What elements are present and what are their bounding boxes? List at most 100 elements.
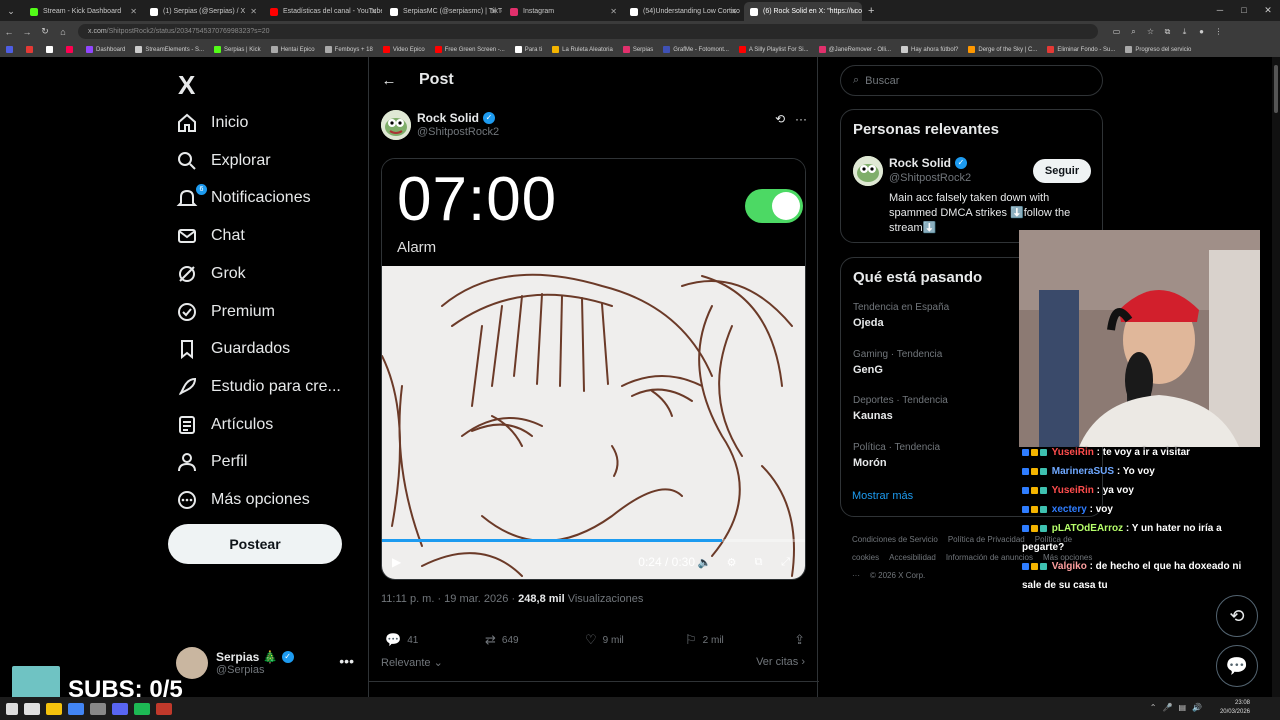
obs-icon[interactable] bbox=[156, 702, 172, 715]
follow-button[interactable]: Seguir bbox=[1033, 159, 1091, 183]
nav-item-guardados[interactable]: Guardados bbox=[176, 331, 290, 367]
video-progress-bar[interactable] bbox=[382, 539, 805, 542]
clock[interactable]: 23:08 20/03/2026 bbox=[1220, 699, 1250, 717]
tab-close-icon[interactable]: ✕ bbox=[850, 7, 857, 16]
bookmark-item[interactable]: Serpias | Kick bbox=[214, 46, 261, 53]
like-button[interactable]: ♡ 9 mil bbox=[585, 632, 685, 648]
browser-tab[interactable]: Stream - Kick Dashboard ✕ bbox=[24, 2, 142, 21]
footer-link[interactable]: Condiciones de Servicio bbox=[852, 535, 938, 544]
tab-close-icon[interactable]: ✕ bbox=[610, 7, 617, 16]
nav-item-chat[interactable]: Chat bbox=[176, 218, 245, 254]
bookmark-item[interactable]: Free Green Screen -... bbox=[434, 46, 505, 53]
discord-icon[interactable] bbox=[112, 702, 128, 715]
tab-close-icon[interactable]: ✕ bbox=[370, 7, 377, 16]
pip-icon[interactable]: ⧉ bbox=[745, 556, 772, 569]
bookmark-item[interactable]: Progreso del servicio bbox=[1125, 46, 1191, 53]
start-icon[interactable] bbox=[6, 702, 18, 715]
tab-close-icon[interactable]: ✕ bbox=[490, 7, 497, 16]
bookmark-item[interactable]: Video Epico bbox=[382, 46, 425, 53]
extensions-icon[interactable]: ⧉ bbox=[1159, 27, 1176, 37]
bookmark-star-icon[interactable]: ☆ bbox=[1142, 27, 1159, 37]
author-handle[interactable]: @ShitpostRock2 bbox=[417, 126, 499, 138]
footer-link[interactable]: Información de anuncios bbox=[946, 553, 1033, 562]
video-player[interactable]: 07:00 Alarm ▶ 0:24 / 0:30 🔈 ⚙ ⧉ ⤢ bbox=[381, 158, 806, 580]
chevron-up-icon[interactable]: ⌃ bbox=[1150, 703, 1157, 712]
nav-item-inicio[interactable]: Inicio bbox=[176, 105, 248, 141]
volume-icon[interactable]: 🔈 bbox=[691, 556, 718, 569]
reload-icon[interactable]: ↻ bbox=[36, 26, 54, 37]
x-logo-icon[interactable]: X bbox=[178, 70, 195, 101]
browser-tab[interactable]: Instagram ✕ bbox=[504, 2, 622, 21]
author-name[interactable]: Rock Solid bbox=[417, 111, 479, 125]
nav-item-premium[interactable]: Premium bbox=[176, 294, 275, 330]
volume-icon[interactable]: 🔊 bbox=[1192, 703, 1202, 712]
cast-icon[interactable]: ▭ bbox=[1108, 27, 1125, 37]
bookmark-item[interactable]: GrafMe - Fotomont... bbox=[663, 46, 729, 53]
bookmark-item[interactable]: Para ti bbox=[514, 46, 542, 53]
author-avatar[interactable] bbox=[381, 110, 411, 140]
play-icon[interactable]: ▶ bbox=[392, 555, 401, 569]
url-field[interactable]: x.com/ShitpostRock2/status/2034754537076… bbox=[78, 24, 1098, 39]
chat-fab-icon[interactable]: 💬 bbox=[1216, 645, 1258, 687]
browser-tab[interactable]: (1) Serpias (@Serpias) / X ✕ bbox=[144, 2, 262, 21]
grok-fab-icon[interactable]: ⟲ bbox=[1216, 595, 1258, 637]
tab-close-icon[interactable]: ✕ bbox=[730, 7, 737, 16]
bookmark-item[interactable]: @JaneRemover - Olli... bbox=[818, 46, 891, 53]
bookmark-item[interactable]: Femboys + 18 bbox=[324, 46, 373, 53]
tab-close-icon[interactable]: ✕ bbox=[130, 7, 137, 16]
browser-tab[interactable]: SerpiasMC (@serpiasmc) | TikTok ✕ bbox=[384, 2, 502, 21]
bookmark-item[interactable] bbox=[26, 46, 36, 53]
search-input[interactable] bbox=[865, 74, 1066, 87]
nav-item-artículos[interactable]: Artículos bbox=[176, 407, 273, 443]
more-icon[interactable]: ••• bbox=[339, 653, 354, 669]
repost-button[interactable]: ⇄ 649 bbox=[485, 632, 585, 648]
maximize-icon[interactable]: □ bbox=[1232, 0, 1256, 20]
post-timestamp[interactable]: 11:11 p. m. · 19 mar. 2026 bbox=[381, 593, 508, 605]
search-box[interactable]: ⌕ bbox=[840, 65, 1103, 96]
settings-gear-icon[interactable]: ⚙ bbox=[718, 556, 745, 569]
bookmark-item[interactable] bbox=[66, 46, 76, 53]
bookmark-item[interactable]: Hay ahora fútbol? bbox=[901, 46, 958, 53]
post-button[interactable]: Postear bbox=[168, 524, 342, 564]
account-switcher[interactable]: Serpias 🎄 ✓ @Serpias ••• bbox=[176, 643, 356, 683]
bookmark-item[interactable]: La Ruleta Aleatoria bbox=[552, 46, 613, 53]
trend-item[interactable]: Gaming · Tendencia GenG bbox=[853, 349, 942, 376]
spotify-icon[interactable] bbox=[134, 702, 150, 715]
app-icon[interactable] bbox=[90, 702, 106, 715]
bookmark-item[interactable] bbox=[6, 46, 16, 53]
new-tab-button[interactable]: + bbox=[868, 2, 874, 21]
minimize-icon[interactable]: ─ bbox=[1208, 0, 1232, 20]
nav-item-estudio-para-cre[interactable]: Estudio para cre... bbox=[176, 369, 341, 405]
tab-close-icon[interactable]: ✕ bbox=[250, 7, 257, 16]
reply-button[interactable]: 💬 41 bbox=[385, 632, 485, 648]
scrollbar-thumb[interactable] bbox=[1274, 65, 1278, 113]
trend-item[interactable]: Tendencia en España Ojeda bbox=[853, 302, 949, 329]
footer-link[interactable]: © 2026 X Corp. bbox=[870, 571, 925, 580]
tab-search-icon[interactable]: ⌄ bbox=[0, 1, 22, 21]
share-icon[interactable]: ⇪ bbox=[794, 632, 805, 648]
fullscreen-icon[interactable]: ⤢ bbox=[772, 556, 799, 569]
file-explorer-icon[interactable] bbox=[46, 702, 62, 715]
forward-icon[interactable]: → bbox=[18, 27, 36, 37]
avatar[interactable] bbox=[853, 156, 883, 186]
bookmark-item[interactable]: A Silly Playlist For Si... bbox=[738, 46, 809, 53]
back-icon[interactable]: ← bbox=[0, 27, 18, 37]
chrome-icon[interactable] bbox=[68, 702, 84, 715]
download-icon[interactable]: ⤓ bbox=[1176, 27, 1193, 37]
show-more-link[interactable]: Mostrar más bbox=[852, 490, 913, 502]
footer-link[interactable]: Accesibilidad bbox=[889, 553, 936, 562]
bookmark-item[interactable] bbox=[46, 46, 56, 53]
page-scrollbar[interactable] bbox=[1272, 57, 1280, 697]
view-quotes-link[interactable]: Ver citas › bbox=[756, 656, 805, 668]
bookmark-item[interactable]: Eliminar Fondo - Su... bbox=[1047, 46, 1115, 53]
bookmark-button[interactable]: ⚐ 2 mil bbox=[685, 632, 785, 648]
bookmark-item[interactable]: Dashboard bbox=[86, 46, 125, 53]
menu-icon[interactable]: ⋮ bbox=[1210, 27, 1227, 37]
browser-tab[interactable]: (6) Rock Solid en X: "https://t.co ✕ bbox=[744, 2, 862, 21]
back-arrow-icon[interactable]: ← bbox=[369, 72, 409, 89]
home-browser-icon[interactable]: ⌂ bbox=[54, 27, 72, 37]
nav-item-notificaciones[interactable]: 6 Notificaciones bbox=[176, 180, 311, 216]
bookmark-item[interactable]: Derge of the Sky | C... bbox=[968, 46, 1037, 53]
trend-item[interactable]: Política · Tendencia Morón bbox=[853, 442, 940, 469]
sort-dropdown[interactable]: Relevante ⌄ bbox=[381, 657, 443, 669]
